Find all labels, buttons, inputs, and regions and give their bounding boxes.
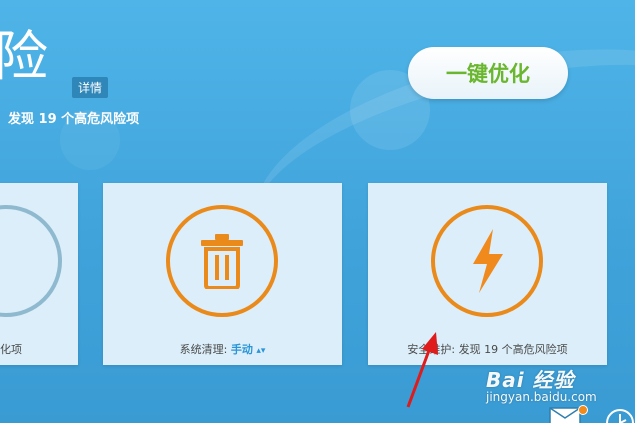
mail-icon[interactable]: [549, 407, 581, 423]
mode-updown-icon[interactable]: ▴▾: [256, 346, 265, 356]
cleanup-label: 系统清理:: [179, 343, 231, 356]
lightning-icon: [473, 229, 503, 293]
watermark-url: jingyan.baidu.com: [486, 390, 597, 404]
gauge-ring-icon: [0, 205, 62, 317]
watermark-brand: Bai 经验: [486, 368, 575, 392]
trash-icon: [201, 234, 243, 289]
page-title: 险: [0, 25, 48, 88]
cleanup-mode-toggle[interactable]: 手动: [231, 343, 253, 356]
risk-summary-text: 发现 19 个高危风险项: [8, 112, 140, 127]
card-label: 系统清理: 手动 ▴▾: [103, 341, 342, 357]
baidu-watermark-logo: Bai 经验 jingyan.baidu.com: [486, 364, 597, 404]
notification-dot: [578, 405, 588, 415]
optimize-card[interactable]: 化项: [0, 183, 78, 365]
system-cleanup-card[interactable]: 系统清理: 手动 ▴▾: [103, 183, 342, 365]
clock-icon[interactable]: [605, 407, 635, 423]
cleanup-ring: [166, 205, 278, 317]
security-ring: [431, 205, 543, 317]
card-label: 化项: [0, 343, 22, 356]
red-annotation-arrow-icon: [406, 332, 438, 408]
one-click-optimize-button[interactable]: 一键优化: [408, 47, 568, 99]
detail-button[interactable]: 详情: [72, 77, 109, 98]
